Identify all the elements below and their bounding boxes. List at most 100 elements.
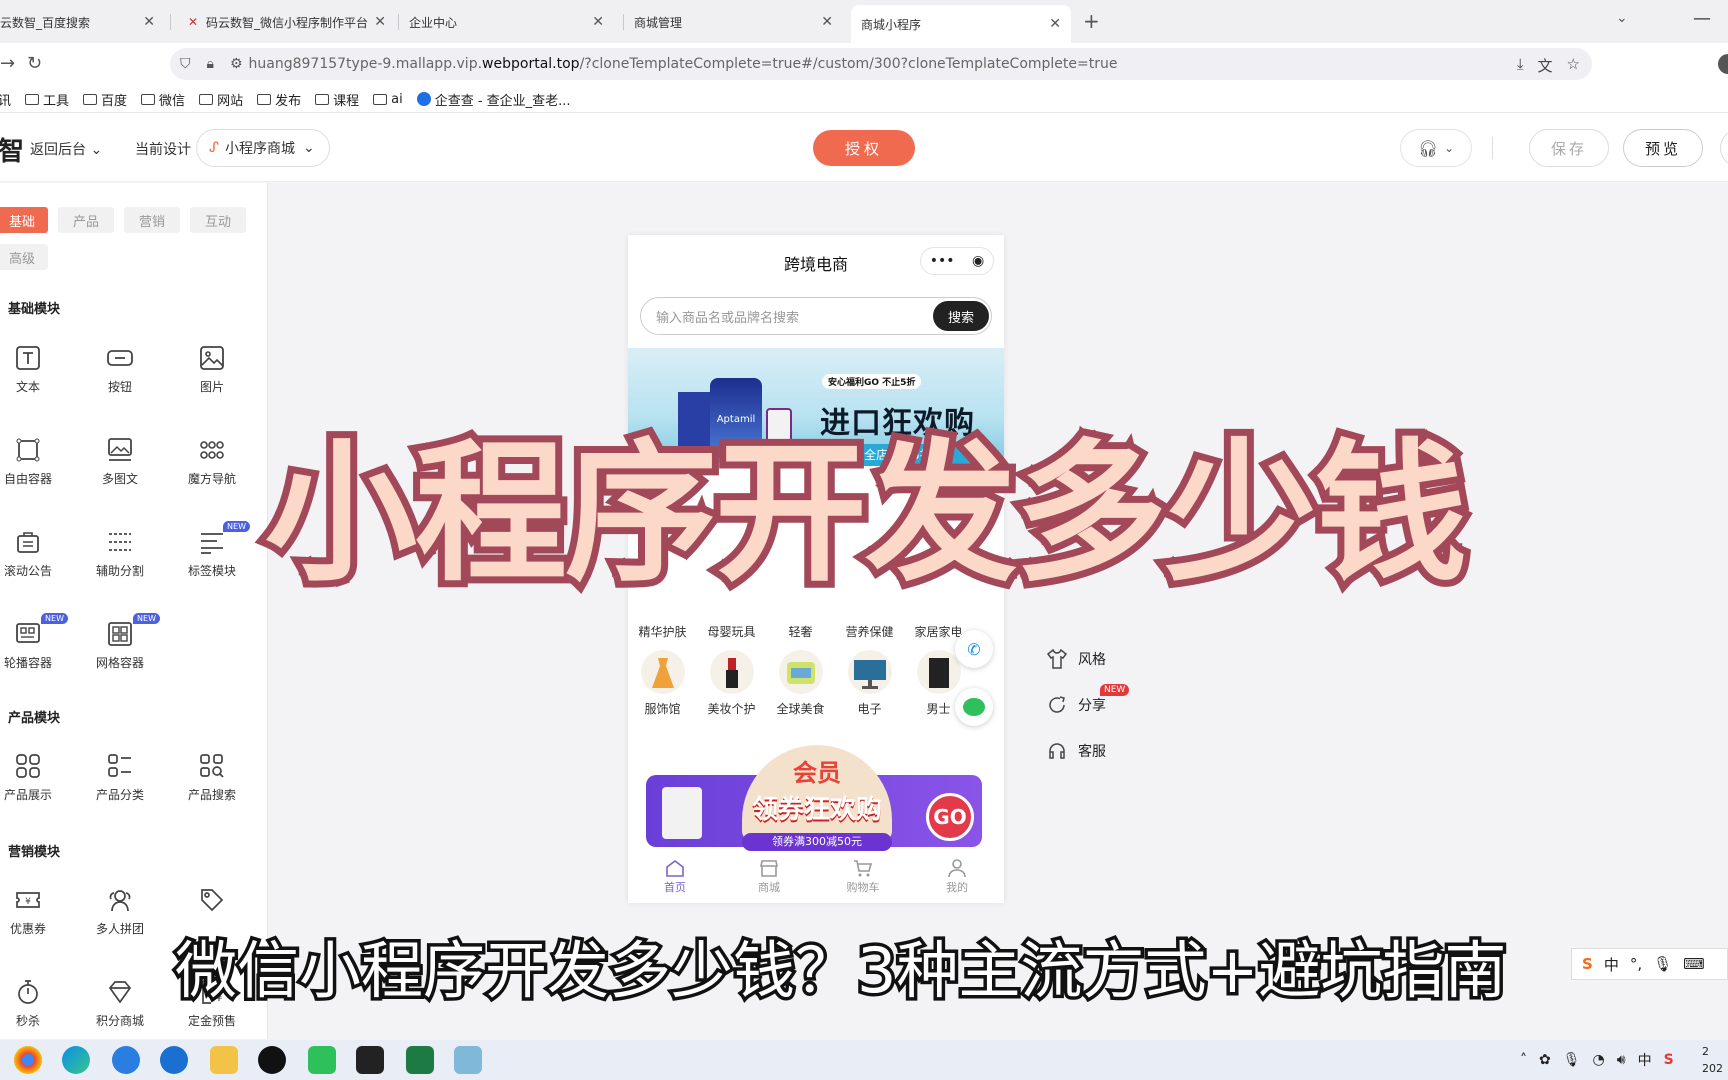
bookmark-qichacha[interactable]: 企查查 - 查企业_查老... [416,90,571,109]
close-icon[interactable]: ✕ [592,14,604,30]
volume-icon[interactable]: 🔊︎ [1617,1052,1626,1068]
close-icon[interactable]: ✕ [1049,16,1061,32]
tabbar-home[interactable]: 首页 [628,853,722,903]
module-product-category[interactable]: 产品分类 [80,753,160,803]
star-icon[interactable]: ☆ [1567,55,1580,76]
tabbar-cart[interactable]: 购物车 [816,853,910,903]
module-product-display[interactable]: 产品展示 [0,753,68,803]
module-points-mall[interactable]: 积分商城 [80,979,160,1029]
bookmark-folder-courses[interactable]: 课程 [315,90,359,109]
setting-share[interactable]: 分享 [1046,694,1106,716]
profile-avatar[interactable] [1718,54,1728,74]
microphone-icon[interactable]: 🎙︎ [1563,1052,1581,1068]
module-flash-sale[interactable]: 秒杀 [0,979,68,1029]
notepad-icon[interactable] [454,1046,482,1074]
tab-enterprise-center[interactable]: 企业中心 ✕ [399,5,614,39]
module-scroll-notice[interactable]: 滚动公告 [0,529,68,579]
category-item[interactable]: 母婴玩具 [697,623,766,640]
phone-call-icon[interactable]: ✆ [955,630,993,668]
authorize-button[interactable]: 授权 [813,130,915,166]
tab-interaction[interactable]: 互动 [190,207,246,233]
setting-style[interactable]: 风格 [1046,648,1106,670]
wifi-icon[interactable]: ◔ [1593,1052,1605,1068]
bookmark-item[interactable]: 讯 [0,90,11,109]
module-button[interactable]: 按钮 [80,345,160,395]
download-icon[interactable]: ⤓ [1517,55,1524,76]
flower-icon[interactable]: ✿ [1539,1052,1551,1068]
module-group-buy[interactable]: 多人拼团 [80,887,160,937]
category-item[interactable]: 精华护肤 [628,623,697,640]
chevron-up-icon[interactable]: ˄ [1520,1052,1527,1068]
module-grid-container[interactable]: NEW 网格容器 [80,613,160,671]
address-bar[interactable]: ⛉ 🔒︎ ⚙ huang897157type-9.mallapp.vip. web… [170,48,1592,80]
forward-icon[interactable]: → [0,53,15,74]
module-carousel-container[interactable]: NEW 轮播容器 [0,613,68,671]
module-magic-nav[interactable]: 魔方导航 [172,437,252,487]
module-divider[interactable]: 辅助分割 [80,529,160,579]
module-text[interactable]: 文本 [0,345,68,395]
wechat-icon[interactable] [955,688,993,726]
design-select[interactable]: ᔑ 小程序商城 ⌄ [196,129,330,167]
translate-icon[interactable]: 文 [1538,55,1553,76]
clock[interactable]: 2 202 [1702,1043,1723,1077]
setting-customer-service[interactable]: 客服 [1046,740,1106,762]
minimize-icon[interactable]: — [1693,8,1711,29]
site-settings-icon[interactable]: ⚙ [230,56,243,72]
module-image[interactable]: 图片 [172,345,252,395]
search-input[interactable]: 输入商品名或品牌名搜索 搜索 [640,297,992,335]
close-icon[interactable]: ✕ [143,14,155,30]
support-button[interactable]: 🎧︎ ⌄ [1400,129,1472,167]
tab-baidu-search[interactable]: 云数智_百度搜索 ✕ [0,5,165,39]
qq-icon[interactable] [258,1046,286,1074]
module-coupon[interactable]: ¥ 优惠券 [0,887,68,937]
category-item[interactable]: 电子 [835,650,904,717]
keyboard-icon[interactable]: ⌨ [1683,955,1705,973]
tab-mayun[interactable]: ✕ 码云数智_微信小程序制作平台 ✕ [176,5,396,39]
more-dots-icon[interactable]: ••• [930,253,955,269]
bookmark-folder-wechat[interactable]: 微信 [141,90,185,109]
bookmark-folder-publish[interactable]: 发布 [257,90,301,109]
tab-advanced[interactable]: 高级 [0,244,48,270]
preview-button[interactable]: 预览 [1623,129,1703,167]
bookmark-folder-ai[interactable]: ai [373,92,403,107]
browser-icon[interactable] [160,1046,188,1074]
tab-mall-miniprogram[interactable]: 商城小程序 ✕ [851,5,1071,43]
member-coupon-banner[interactable]: 会员 领券狂欢购 领券满300减50元 GO [646,745,982,851]
module-tags[interactable]: NEW 标签模块 [172,521,252,579]
bookmark-folder-tools[interactable]: 工具 [25,90,69,109]
save-button[interactable]: 保存 [1529,129,1609,167]
close-icon[interactable]: ✕ [821,14,833,30]
search-button[interactable]: 搜索 [933,301,989,331]
ime-punctuation[interactable]: °, [1630,955,1642,973]
bookmark-folder-baidu[interactable]: 百度 [83,90,127,109]
category-item[interactable]: 服饰馆 [628,650,697,717]
edge-icon[interactable] [62,1046,90,1074]
sogou-browser-icon[interactable] [112,1046,140,1074]
category-item[interactable]: 营养保健 [835,623,904,640]
sogou-logo-icon[interactable]: S [1582,955,1593,973]
more-button[interactable] [1720,129,1728,167]
capcut-icon[interactable] [356,1046,384,1074]
category-item[interactable]: 轻奢 [766,623,835,640]
category-item[interactable]: 全球美食 [766,650,835,717]
go-button[interactable]: GO [926,793,974,841]
tabbar-mine[interactable]: 我的 [910,853,1004,903]
category-item[interactable]: 美妆个护 [697,650,766,717]
tabbar-mall[interactable]: 商城 [722,853,816,903]
file-explorer-icon[interactable] [210,1046,238,1074]
chevron-down-icon[interactable]: ⌄ [1616,10,1628,26]
module-free-container[interactable]: 自由容器 [0,437,68,487]
tab-mall-management[interactable]: 商城管理 ✕ [624,5,843,39]
wechat-app-icon[interactable] [308,1046,336,1074]
sogou-tray-icon[interactable]: S [1664,1052,1674,1068]
module-product-search[interactable]: 产品搜索 [172,753,252,803]
module-discount[interactable] [172,887,252,920]
excel-icon[interactable] [406,1046,434,1074]
chrome-icon[interactable] [14,1046,42,1074]
new-tab-icon[interactable]: + [1083,9,1100,33]
tab-marketing[interactable]: 营销 [124,207,180,233]
module-multi-image-text[interactable]: 多图文 [80,437,160,487]
microphone-icon[interactable]: 🎙︎ [1653,955,1672,973]
close-target-icon[interactable]: ◉ [972,253,984,269]
reload-icon[interactable]: ↻ [27,53,42,74]
